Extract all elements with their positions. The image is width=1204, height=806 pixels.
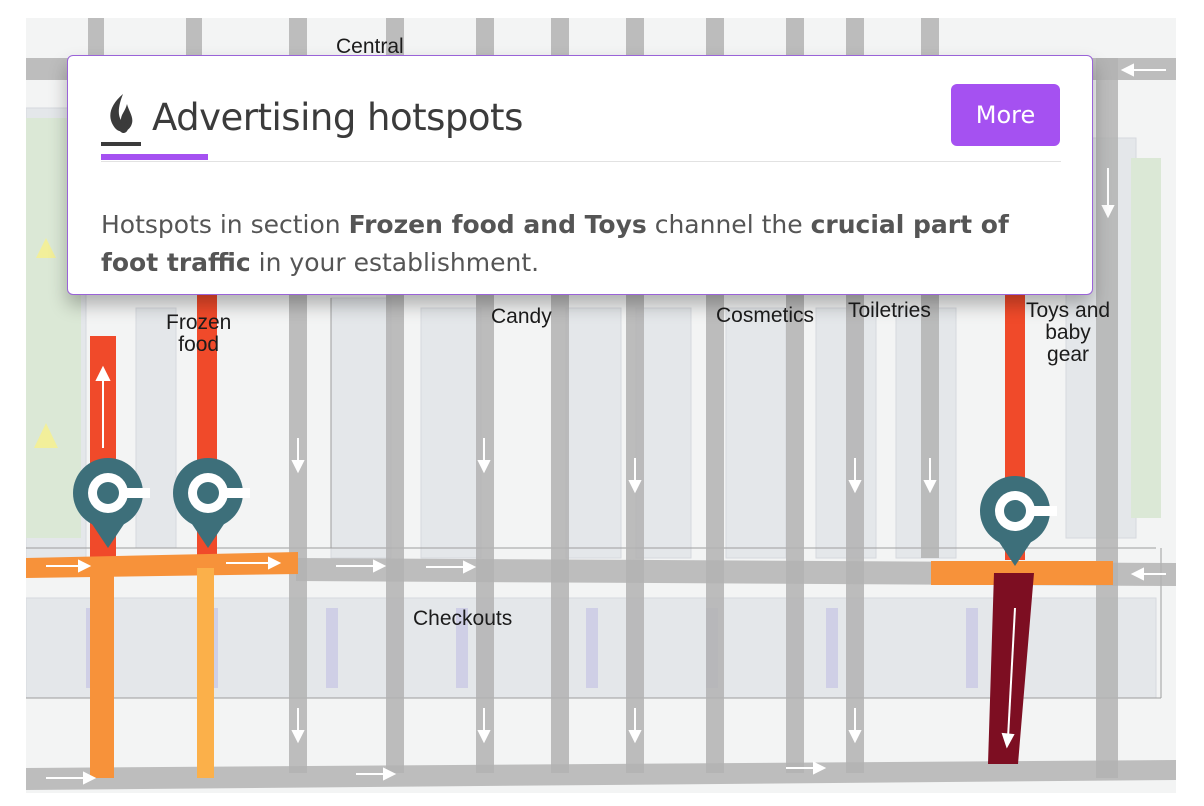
body-text: in your establishment. [250,248,540,277]
flame-icon [101,94,141,146]
highlight-sections: Frozen food and Toys [348,210,647,239]
card-title: Advertising hotspots [152,96,523,139]
title-accent-bar [101,154,208,160]
body-text: channel the [646,210,811,239]
advertising-hotspots-card: Advertising hotspots More Hotspots in se… [67,55,1093,295]
card-description: Hotspots in section Frozen food and Toys… [101,206,1066,282]
zone-label-checkouts: Checkouts [413,607,513,630]
zone-label-frozen-food: Frozen food [166,311,232,356]
zone-label-toiletries: Toiletries [848,299,931,322]
zone-label-toys-baby-gear: Toys and baby gear [1026,299,1111,366]
title-divider [101,161,1061,162]
hotspot-pin-icon[interactable] [173,458,250,548]
zone-label-cosmetics: Cosmetics [716,304,815,327]
hotspot-pin-icon[interactable] [980,476,1057,566]
more-button[interactable]: More [951,84,1060,146]
zone-label-candy: Candy [491,305,552,328]
body-text: Hotspots in section [101,210,349,239]
